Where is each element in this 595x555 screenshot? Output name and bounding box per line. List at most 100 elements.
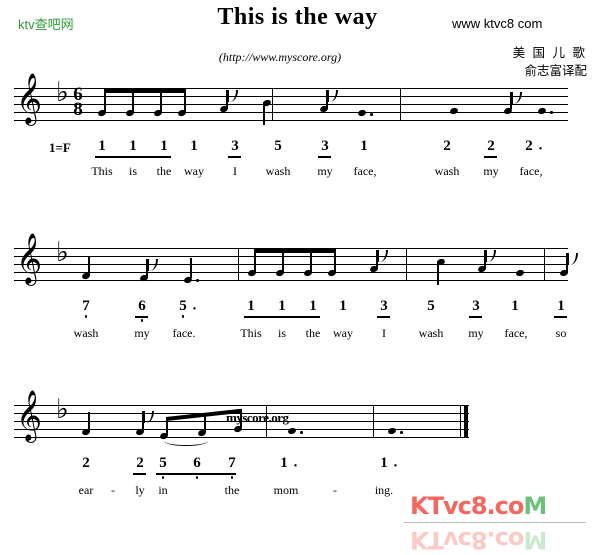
jianpu-duration-dot: · xyxy=(293,458,299,474)
lyric-syllable: wash xyxy=(418,326,444,340)
barline xyxy=(400,88,401,121)
octave-low-dot xyxy=(190,476,204,479)
barline xyxy=(238,248,239,281)
eighth-flag-icon xyxy=(327,90,338,102)
notehead xyxy=(247,268,257,278)
lyric-hyphen: - xyxy=(111,483,115,497)
octave-low-dot xyxy=(225,476,239,479)
notehead xyxy=(515,268,525,278)
jianpu-note: 2 · xyxy=(522,138,543,157)
notehead xyxy=(357,108,367,118)
eighth-flag-icon xyxy=(511,92,522,104)
composer-translator: 俞志富译配 xyxy=(524,64,587,78)
staff-line xyxy=(14,120,568,121)
slur xyxy=(164,436,208,446)
notehead xyxy=(327,268,337,278)
watermark-divider xyxy=(404,522,586,523)
jianpu-value: 1 xyxy=(190,138,198,154)
jianpu-note: 7 xyxy=(225,455,239,479)
notehead xyxy=(125,108,135,118)
jianpu-value: 1 xyxy=(160,138,168,154)
lyric-hyphen: - xyxy=(333,483,337,497)
staff-line xyxy=(14,437,469,438)
beam-underline xyxy=(95,156,171,158)
flat-sign-icon: ♭ xyxy=(56,77,69,108)
treble-clef-icon: 𝄞 xyxy=(16,233,43,284)
jianpu-note: 1 xyxy=(275,298,289,315)
notehead xyxy=(135,427,145,437)
eighth-flag-icon xyxy=(567,253,578,265)
notehead xyxy=(177,108,187,118)
notehead xyxy=(97,108,107,118)
jianpu-value: 1 xyxy=(557,298,565,314)
eighth-flag-icon xyxy=(377,250,388,262)
time-signature-denominator: 8 xyxy=(73,99,83,120)
jianpu-note: 1 xyxy=(357,138,371,155)
octave-low-dot xyxy=(156,476,170,479)
jianpu-note: 5 · xyxy=(176,298,197,318)
lyric-syllable: This xyxy=(91,164,113,178)
barline xyxy=(544,248,545,281)
notehead xyxy=(303,268,313,278)
jianpu-note: 5 xyxy=(424,298,438,315)
site-url-text: www ktvc8 com xyxy=(452,16,543,31)
flat-sign-icon: ♭ xyxy=(56,237,69,268)
lyric-syllable: way xyxy=(333,326,353,340)
augmentation-dot xyxy=(300,431,303,434)
lyric-syllable: wash xyxy=(73,326,99,340)
jianpu-note: 3 xyxy=(377,298,391,315)
final-barline-thin xyxy=(460,405,461,438)
jianpu-note: 3 xyxy=(469,298,483,315)
treble-clef-icon: 𝄞 xyxy=(16,73,43,124)
lyric-syllable: the xyxy=(224,483,240,497)
augmentation-dot xyxy=(550,111,553,114)
lyric-syllable: face, xyxy=(519,164,543,178)
beam-underline xyxy=(135,316,148,318)
barline xyxy=(272,88,273,121)
lyric-syllable: face, xyxy=(504,326,528,340)
notehead xyxy=(503,106,513,116)
watermark-text-green: M xyxy=(523,492,547,520)
jianpu-note: 5 xyxy=(271,138,285,155)
jianpu-value: 1 xyxy=(278,298,286,314)
lyric-syllable: way xyxy=(184,164,204,178)
notehead xyxy=(197,428,207,438)
notehead xyxy=(387,426,397,436)
jianpu-value: 3 xyxy=(380,298,388,314)
jianpu-value: 1 xyxy=(309,298,317,314)
staff-lines-2: 𝄞 ♭ xyxy=(14,237,578,285)
jianpu-value: 7 xyxy=(82,298,90,314)
jianpu-duration-dot: · xyxy=(393,458,399,474)
jianpu-value: 2 xyxy=(82,455,90,471)
jianpu-value: 2 xyxy=(136,455,144,471)
notehead xyxy=(81,271,91,281)
jianpu-value: 7 xyxy=(228,455,236,471)
jianpu-value: 1 xyxy=(129,138,137,154)
notehead xyxy=(537,106,547,116)
jianpu-note: 1 xyxy=(157,138,171,155)
lyric-syllable: my xyxy=(134,326,150,340)
lyric-syllable: my xyxy=(317,164,333,178)
beam-underline xyxy=(244,316,320,318)
beam-underline xyxy=(377,316,390,318)
augmentation-dot xyxy=(400,431,403,434)
lyric-syllable: wash xyxy=(434,164,460,178)
octave-low-dot xyxy=(176,315,190,318)
staff-line xyxy=(14,88,568,89)
lyric-syllable: my xyxy=(483,164,499,178)
jianpu-note: 2 xyxy=(133,455,147,472)
lyric-syllable: ing. xyxy=(374,483,394,497)
barline xyxy=(373,405,374,438)
time-signature: 6 8 xyxy=(70,85,86,120)
lyric-syllable: so xyxy=(555,326,567,340)
jianpu-value: 3 xyxy=(231,138,239,154)
lyric-syllable: I xyxy=(233,164,237,178)
notehead xyxy=(275,268,285,278)
lyric-syllable: the xyxy=(156,164,172,178)
watermark-reflection-red: KTvc8.co xyxy=(410,526,524,554)
staff-line xyxy=(14,104,568,105)
jianpu-note: 6 xyxy=(135,298,149,322)
jianpu-note: 1 · xyxy=(377,455,398,474)
jianpu-note: 2 xyxy=(484,138,498,155)
treble-clef-icon: 𝄞 xyxy=(16,390,43,441)
